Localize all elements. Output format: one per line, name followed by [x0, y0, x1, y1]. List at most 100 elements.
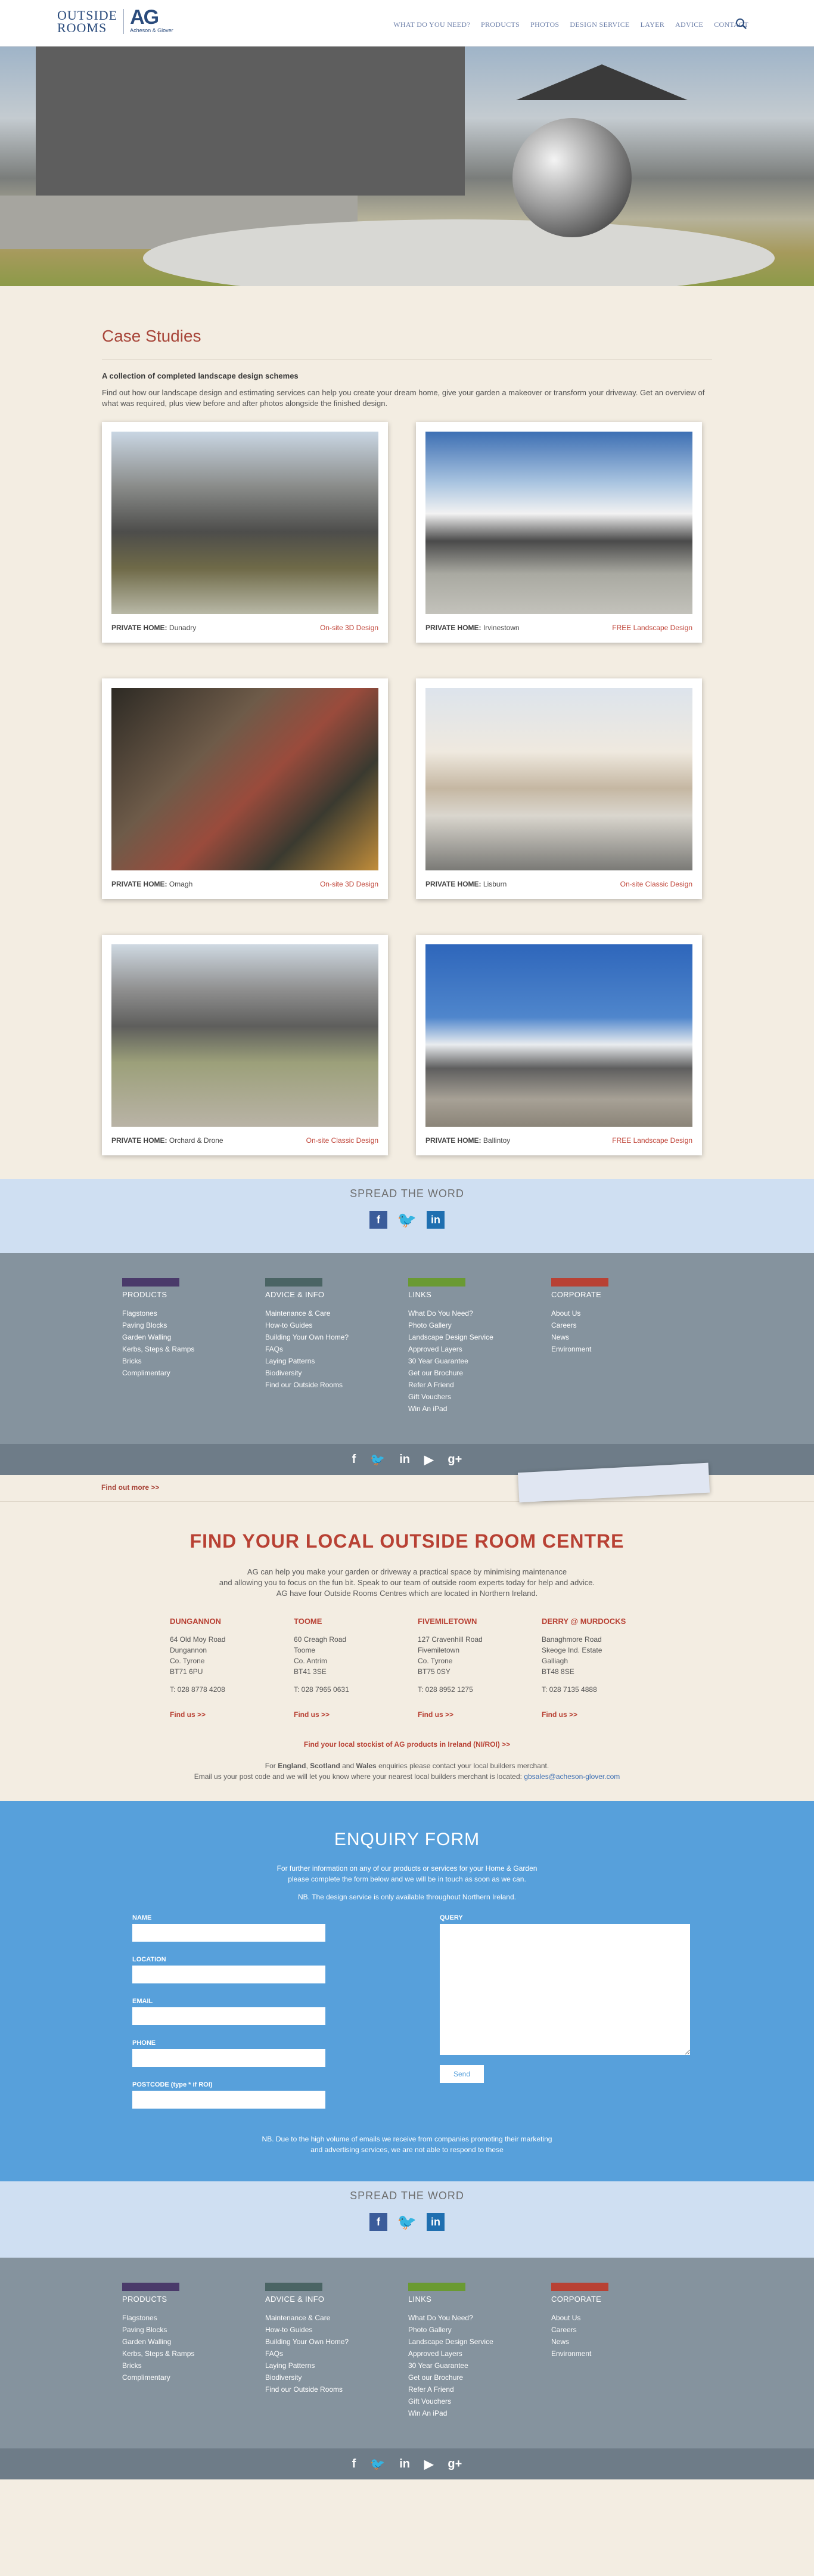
find-out-more-link[interactable]: Find out more >>: [101, 1483, 159, 1492]
linkedin-icon[interactable]: in: [427, 2213, 445, 2231]
footer-link[interactable]: Refer A Friend: [408, 2383, 504, 2395]
footer-link[interactable]: FAQs: [265, 1343, 361, 1355]
footer-link[interactable]: Paving Blocks: [122, 2324, 218, 2336]
footer-link[interactable]: Environment: [551, 2348, 647, 2360]
case-study-service[interactable]: On-site Classic Design: [306, 1136, 378, 1145]
case-study-photo[interactable]: [425, 688, 692, 870]
linkedin-icon[interactable]: in: [427, 1211, 445, 1229]
case-study-service[interactable]: On-site 3D Design: [320, 880, 378, 888]
googleplus-icon[interactable]: g+: [448, 1453, 462, 1467]
find-us-link[interactable]: Find us >>: [294, 1710, 418, 1719]
sales-email-link[interactable]: gbsales@acheson-glover.com: [524, 1772, 620, 1781]
footer-link[interactable]: Biodiversity: [265, 2372, 361, 2383]
find-us-link[interactable]: Find us >>: [170, 1710, 294, 1719]
search-icon[interactable]: [735, 18, 747, 30]
email-field[interactable]: [132, 2007, 325, 2025]
footer-link[interactable]: Approved Layers: [408, 1343, 504, 1355]
footer-link[interactable]: Bricks: [122, 2360, 218, 2372]
footer-link[interactable]: Landscape Design Service: [408, 1331, 504, 1343]
nav-advice[interactable]: ADVICE: [675, 20, 703, 29]
location-field[interactable]: [132, 1966, 325, 1983]
case-study-service[interactable]: On-site 3D Design: [320, 624, 378, 632]
facebook-icon[interactable]: f: [352, 2457, 356, 2471]
footer-link[interactable]: Laying Patterns: [265, 1355, 361, 1367]
phone-field[interactable]: [132, 2049, 325, 2067]
footer-link[interactable]: Careers: [551, 1319, 647, 1331]
footer-link[interactable]: Landscape Design Service: [408, 2336, 504, 2348]
footer-link[interactable]: Gift Vouchers: [408, 1391, 504, 1403]
footer-link[interactable]: Garden Walling: [122, 1331, 218, 1343]
facebook-icon[interactable]: f: [369, 2213, 387, 2231]
footer-link[interactable]: Win An iPad: [408, 1403, 504, 1415]
youtube-icon[interactable]: ▶: [424, 2457, 433, 2472]
footer-link[interactable]: FAQs: [265, 2348, 361, 2360]
facebook-icon[interactable]: f: [352, 1453, 356, 1467]
footer-link[interactable]: Flagstones: [122, 1307, 218, 1319]
find-us-link[interactable]: Find us >>: [542, 1710, 666, 1719]
footer-link[interactable]: Gift Vouchers: [408, 2395, 504, 2407]
case-study-card[interactable]: PRIVATE HOME: Ballintoy FREE Landscape De…: [416, 935, 702, 1155]
footer-link[interactable]: How-to Guides: [265, 2324, 361, 2336]
footer-link[interactable]: Maintenance & Care: [265, 1307, 361, 1319]
case-study-card[interactable]: PRIVATE HOME: Dunadry On-site 3D Design: [102, 422, 388, 643]
footer-link[interactable]: Complimentary: [122, 2372, 218, 2383]
footer-link[interactable]: Maintenance & Care: [265, 2312, 361, 2324]
googleplus-icon[interactable]: g+: [448, 2457, 462, 2471]
case-study-card[interactable]: PRIVATE HOME: Omagh On-site 3D Design: [102, 678, 388, 899]
linkedin-icon[interactable]: in: [399, 2457, 410, 2471]
twitter-icon[interactable]: 🐦: [370, 1452, 385, 1467]
find-us-link[interactable]: Find us >>: [418, 1710, 542, 1719]
footer-link[interactable]: Laying Patterns: [265, 2360, 361, 2372]
facebook-icon[interactable]: f: [369, 1211, 387, 1229]
footer-link[interactable]: Find our Outside Rooms: [265, 1379, 361, 1391]
nav-what-do-you-need[interactable]: WHAT DO YOU NEED?: [393, 20, 470, 29]
footer-link[interactable]: Biodiversity: [265, 1367, 361, 1379]
case-study-card[interactable]: PRIVATE HOME: Orchard & Drone On-site Cla…: [102, 935, 388, 1155]
footer-link[interactable]: Careers: [551, 2324, 647, 2336]
footer-link[interactable]: Kerbs, Steps & Ramps: [122, 2348, 218, 2360]
send-button[interactable]: Send: [440, 2065, 484, 2083]
linkedin-icon[interactable]: in: [399, 1453, 410, 1467]
twitter-icon[interactable]: 🐦: [370, 2457, 385, 2472]
footer-link[interactable]: 30 Year Guarantee: [408, 2360, 504, 2372]
footer-link[interactable]: Kerbs, Steps & Ramps: [122, 1343, 218, 1355]
case-study-photo[interactable]: [425, 944, 692, 1127]
twitter-icon[interactable]: 🐦: [397, 2213, 417, 2231]
case-study-service[interactable]: FREE Landscape Design: [612, 1136, 692, 1145]
footer-link[interactable]: About Us: [551, 2312, 647, 2324]
nav-products[interactable]: PRODUCTS: [481, 20, 520, 29]
case-study-photo[interactable]: [111, 944, 378, 1127]
footer-link[interactable]: Garden Walling: [122, 2336, 218, 2348]
footer-link[interactable]: Environment: [551, 1343, 647, 1355]
name-field[interactable]: [132, 1924, 325, 1942]
nav-layer[interactable]: LAYER: [641, 20, 664, 29]
footer-link[interactable]: Building Your Own Home?: [265, 1331, 361, 1343]
footer-link[interactable]: Refer A Friend: [408, 1379, 504, 1391]
case-study-photo[interactable]: [425, 432, 692, 614]
footer-link[interactable]: Paving Blocks: [122, 1319, 218, 1331]
case-study-photo[interactable]: [111, 688, 378, 870]
case-study-photo[interactable]: [111, 432, 378, 614]
footer-link[interactable]: Photo Gallery: [408, 2324, 504, 2336]
footer-link[interactable]: Get our Brochure: [408, 1367, 504, 1379]
youtube-icon[interactable]: ▶: [424, 1452, 433, 1467]
footer-link[interactable]: News: [551, 2336, 647, 2348]
footer-link[interactable]: What Do You Need?: [408, 1307, 504, 1319]
footer-link[interactable]: What Do You Need?: [408, 2312, 504, 2324]
footer-link[interactable]: Photo Gallery: [408, 1319, 504, 1331]
footer-link[interactable]: 30 Year Guarantee: [408, 1355, 504, 1367]
nav-design-service[interactable]: DESIGN SERVICE: [570, 20, 629, 29]
footer-link[interactable]: How-to Guides: [265, 1319, 361, 1331]
postcode-field[interactable]: [132, 2091, 325, 2109]
footer-link[interactable]: Flagstones: [122, 2312, 218, 2324]
stockist-link[interactable]: Find your local stockist of AG products …: [0, 1739, 814, 1750]
footer-link[interactable]: Find our Outside Rooms: [265, 2383, 361, 2395]
footer-link[interactable]: News: [551, 1331, 647, 1343]
footer-link[interactable]: Bricks: [122, 1355, 218, 1367]
twitter-icon[interactable]: 🐦: [397, 1211, 417, 1229]
footer-link[interactable]: Approved Layers: [408, 2348, 504, 2360]
footer-link[interactable]: Get our Brochure: [408, 2372, 504, 2383]
nav-photos[interactable]: PHOTOS: [530, 20, 559, 29]
case-study-service[interactable]: FREE Landscape Design: [612, 624, 692, 632]
case-study-card[interactable]: PRIVATE HOME: Lisburn On-site Classic Des…: [416, 678, 702, 899]
